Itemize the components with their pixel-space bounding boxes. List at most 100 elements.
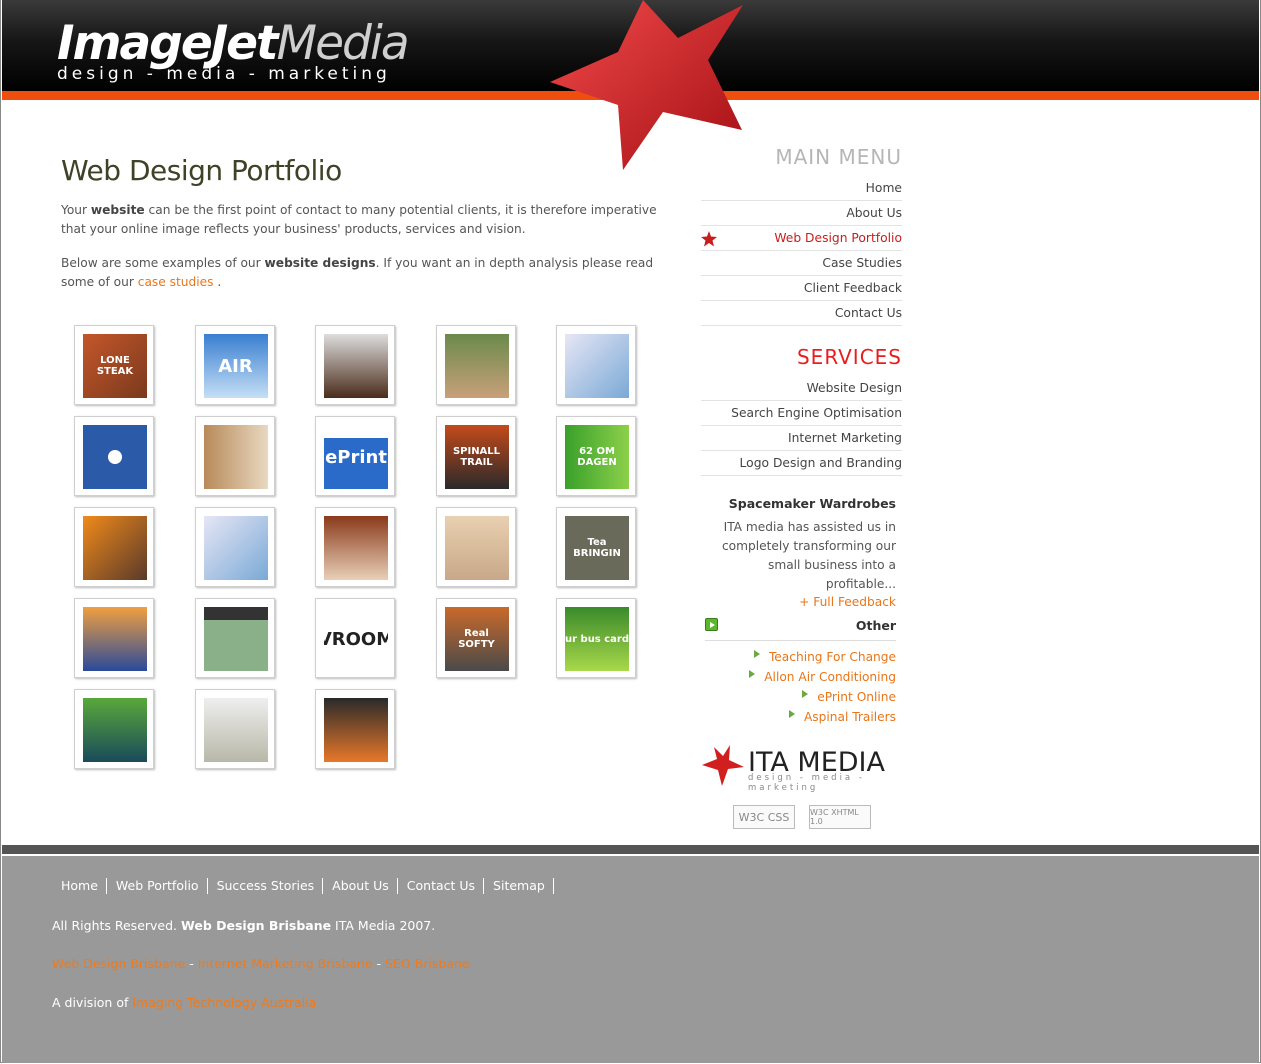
footer-nav: Home Web Portfolio Success Stories About…: [52, 878, 554, 894]
menu-item-web-design-portfolio[interactable]: Web Design Portfolio: [701, 226, 902, 251]
footer-link-success-stories[interactable]: Success Stories: [208, 878, 324, 894]
portfolio-thumbnail[interactable]: ePrint: [315, 416, 395, 496]
portfolio-thumbnail-image: [203, 516, 268, 580]
other-link-label: Aspinal Trailers: [803, 710, 896, 724]
testimonial-body: ITA media has assisted us in completely …: [721, 520, 896, 591]
portfolio-thumbnail[interactable]: [315, 325, 395, 405]
menu-item-home[interactable]: Home: [701, 176, 902, 201]
footer-link-contact-us[interactable]: Contact Us: [398, 878, 485, 894]
footer-link-sitemap[interactable]: Sitemap: [484, 878, 554, 894]
footer-link-internet-marketing[interactable]: Internet Marketing Brisbane: [198, 956, 373, 971]
service-item-website-design[interactable]: Website Design: [701, 376, 902, 401]
other-link-aspinal[interactable]: Aspinal Trailers: [700, 709, 896, 730]
portfolio-thumbnail-image: [324, 698, 388, 762]
portfolio-thumbnail[interactable]: [315, 507, 395, 587]
examples-paragraph: Below are some examples of our website d…: [61, 254, 661, 292]
portfolio-thumbnail[interactable]: [315, 689, 395, 769]
separator: -: [185, 956, 198, 971]
copyright-bold: Web Design Brisbane: [181, 918, 332, 933]
service-item-seo[interactable]: Search Engine Optimisation: [701, 401, 902, 426]
main-menu-heading: MAIN MENU: [775, 145, 902, 169]
footer-link-about-us[interactable]: About Us: [323, 878, 398, 894]
portfolio-thumbnail-image: ur bus card: [565, 607, 629, 671]
logo-wordmark: ImageJetMedia: [57, 16, 410, 71]
portfolio-thumbnail[interactable]: [194, 689, 275, 769]
portfolio-thumbnail[interactable]: [74, 507, 154, 587]
menu-item-contact-us[interactable]: Contact Us: [701, 301, 902, 326]
portfolio-thumbnail[interactable]: [435, 507, 516, 587]
testimonial-title: Spacemaker Wardrobes: [728, 496, 896, 511]
portfolio-thumbnail[interactable]: VROOM: [315, 598, 395, 678]
service-item-internet-marketing[interactable]: Internet Marketing: [701, 426, 902, 451]
footer-top-bar: [2, 845, 1259, 854]
portfolio-thumbnail-image: [203, 698, 268, 762]
portfolio-thumbnail-image: [203, 425, 268, 489]
portfolio-thumbnail[interactable]: Tea BRINGIN: [556, 507, 636, 587]
intro-paragraph: Your website can be the first point of c…: [61, 201, 661, 239]
other-link-teaching[interactable]: Teaching For Change: [700, 649, 896, 670]
portfolio-thumbnail[interactable]: [194, 598, 275, 678]
footer-link-home[interactable]: Home: [52, 878, 107, 894]
logo-bold-text: ImageJet: [57, 16, 279, 71]
footer-seo-links: Web Design Brisbane - Internet Marketing…: [52, 956, 470, 971]
arrow-icon: [788, 709, 795, 718]
portfolio-thumbnail[interactable]: [194, 416, 275, 496]
other-link-eprint[interactable]: ePrint Online: [700, 689, 896, 710]
w3c-xhtml-badge[interactable]: W3C XHTML 1.0: [809, 805, 871, 829]
other-links-list: Teaching For Change Allon Air Conditioni…: [700, 649, 896, 730]
portfolio-thumbnail[interactable]: [194, 507, 275, 587]
division-text: A division of: [52, 995, 133, 1010]
portfolio-thumbnail[interactable]: 62 OM DAGEN: [556, 416, 636, 496]
active-star-icon: [701, 231, 717, 247]
main-menu: Home About Us Web Design Portfolio Case …: [701, 176, 902, 326]
portfolio-thumbnail-image: [83, 516, 147, 580]
footer-link-web-portfolio[interactable]: Web Portfolio: [107, 878, 208, 894]
services-menu: Website Design Search Engine Optimisatio…: [701, 376, 902, 476]
other-section-header: Other: [705, 618, 896, 641]
other-link-label: Allon Air Conditioning: [764, 670, 896, 684]
footer-link-seo-brisbane[interactable]: SEO Brisbane: [385, 956, 470, 971]
portfolio-thumbnail-image: [444, 334, 509, 398]
portfolio-thumbnail[interactable]: [74, 598, 154, 678]
site-logo[interactable]: ImageJetMedia design - media - marketing: [57, 16, 410, 85]
full-feedback-link[interactable]: + Full Feedback: [700, 595, 896, 609]
portfolio-thumbnail-image: [83, 698, 147, 762]
other-link-allon[interactable]: Allon Air Conditioning: [700, 669, 896, 690]
portfolio-thumbnail[interactable]: ur bus card: [556, 598, 636, 678]
portfolio-thumbnail[interactable]: AIR: [194, 325, 275, 405]
arrow-icon: [802, 689, 809, 698]
menu-item-client-feedback[interactable]: Client Feedback: [701, 276, 902, 301]
portfolio-thumbnail[interactable]: Real SOFTY: [435, 598, 516, 678]
portfolio-thumbnail[interactable]: LONE STEAK: [74, 325, 154, 405]
menu-item-label: Web Design Portfolio: [774, 231, 902, 245]
intro-text-1: Your: [61, 203, 91, 217]
ita-star-icon: [702, 745, 744, 786]
play-icon[interactable]: [705, 618, 718, 631]
portfolio-thumbnail-image: [565, 334, 629, 398]
service-item-logo-design[interactable]: Logo Design and Branding: [701, 451, 902, 476]
footer-link-web-design-brisbane[interactable]: Web Design Brisbane: [52, 956, 185, 971]
portfolio-thumbnail-image: ePrint: [324, 425, 388, 489]
menu-item-about-us[interactable]: About Us: [701, 201, 902, 226]
portfolio-thumbnail[interactable]: [74, 689, 154, 769]
logo-light-text: Media: [276, 16, 410, 71]
copyright-text-1: All Rights Reserved.: [52, 918, 181, 933]
portfolio-thumbnail[interactable]: [435, 325, 516, 405]
case-studies-link[interactable]: case studies: [138, 275, 214, 289]
examples-text-3: .: [213, 275, 222, 289]
portfolio-thumbnail-image: 62 OM DAGEN: [565, 425, 629, 489]
logo-tagline: design - media - marketing: [57, 64, 391, 84]
portfolio-thumbnail-image: VROOM: [324, 607, 388, 671]
portfolio-thumbnail-image: [83, 425, 147, 489]
menu-item-case-studies[interactable]: Case Studies: [701, 251, 902, 276]
footer-link-imaging-technology[interactable]: Imaging Technology Australia: [132, 995, 316, 1010]
examples-text-1: Below are some examples of our: [61, 256, 265, 270]
w3c-css-badge[interactable]: W3C CSS: [733, 805, 795, 829]
portfolio-thumbnail-image: Tea BRINGIN: [565, 516, 629, 580]
other-link-label: Teaching For Change: [768, 650, 896, 664]
portfolio-thumbnail[interactable]: [556, 325, 636, 405]
portfolio-thumbnail[interactable]: [74, 416, 154, 496]
separator: -: [372, 956, 385, 971]
ita-media-logo[interactable]: ITA MEDIA design - media - marketing: [702, 745, 902, 793]
portfolio-thumbnail[interactable]: SPINALL TRAIL: [435, 416, 516, 496]
